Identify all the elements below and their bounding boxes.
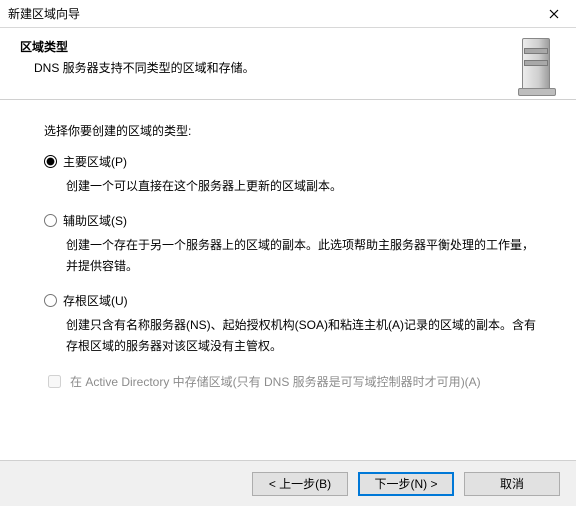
desc-secondary: 创建一个存在于另一个服务器上的区域的副本。此选项帮助主服务器平衡处理的工作量，并… (44, 235, 542, 276)
wizard-header: 区域类型 DNS 服务器支持不同类型的区域和存储。 (0, 28, 576, 100)
radio-stub-label[interactable]: 存根区域(U) (63, 292, 128, 309)
server-icon (518, 38, 556, 96)
radio-primary-label[interactable]: 主要区域(P) (63, 153, 127, 170)
wizard-footer: < 上一步(B) 下一步(N) > 取消 (0, 460, 576, 506)
checkbox-ad-storage (48, 375, 61, 388)
back-button[interactable]: < 上一步(B) (252, 472, 348, 496)
checkbox-ad-storage-label: 在 Active Directory 中存储区域(只有 DNS 服务器是可写域控… (70, 373, 481, 390)
radio-secondary-label[interactable]: 辅助区域(S) (63, 212, 127, 229)
option-stub: 存根区域(U) 创建只含有名称服务器(NS)、起始授权机构(SOA)和粘连主机(… (44, 292, 542, 356)
radio-primary[interactable] (44, 155, 57, 168)
option-primary: 主要区域(P) 创建一个可以直接在这个服务器上更新的区域副本。 (44, 153, 542, 196)
desc-primary: 创建一个可以直接在这个服务器上更新的区域副本。 (44, 176, 542, 196)
close-button[interactable] (532, 0, 576, 28)
next-button[interactable]: 下一步(N) > (358, 472, 454, 496)
ad-storage-option: 在 Active Directory 中存储区域(只有 DNS 服务器是可写域控… (44, 372, 542, 391)
selection-prompt: 选择你要创建的区域的类型: (44, 122, 542, 139)
header-description: DNS 服务器支持不同类型的区域和存储。 (20, 59, 255, 76)
header-title: 区域类型 (20, 38, 255, 55)
close-icon (549, 9, 559, 19)
cancel-button[interactable]: 取消 (464, 472, 560, 496)
header-text-block: 区域类型 DNS 服务器支持不同类型的区域和存储。 (20, 36, 255, 99)
desc-stub: 创建只含有名称服务器(NS)、起始授权机构(SOA)和粘连主机(A)记录的区域的… (44, 315, 542, 356)
content-area: 选择你要创建的区域的类型: 主要区域(P) 创建一个可以直接在这个服务器上更新的… (0, 100, 576, 460)
titlebar: 新建区域向导 (0, 0, 576, 28)
window-title: 新建区域向导 (8, 5, 80, 22)
radio-stub[interactable] (44, 294, 57, 307)
radio-secondary[interactable] (44, 214, 57, 227)
option-secondary: 辅助区域(S) 创建一个存在于另一个服务器上的区域的副本。此选项帮助主服务器平衡… (44, 212, 542, 276)
